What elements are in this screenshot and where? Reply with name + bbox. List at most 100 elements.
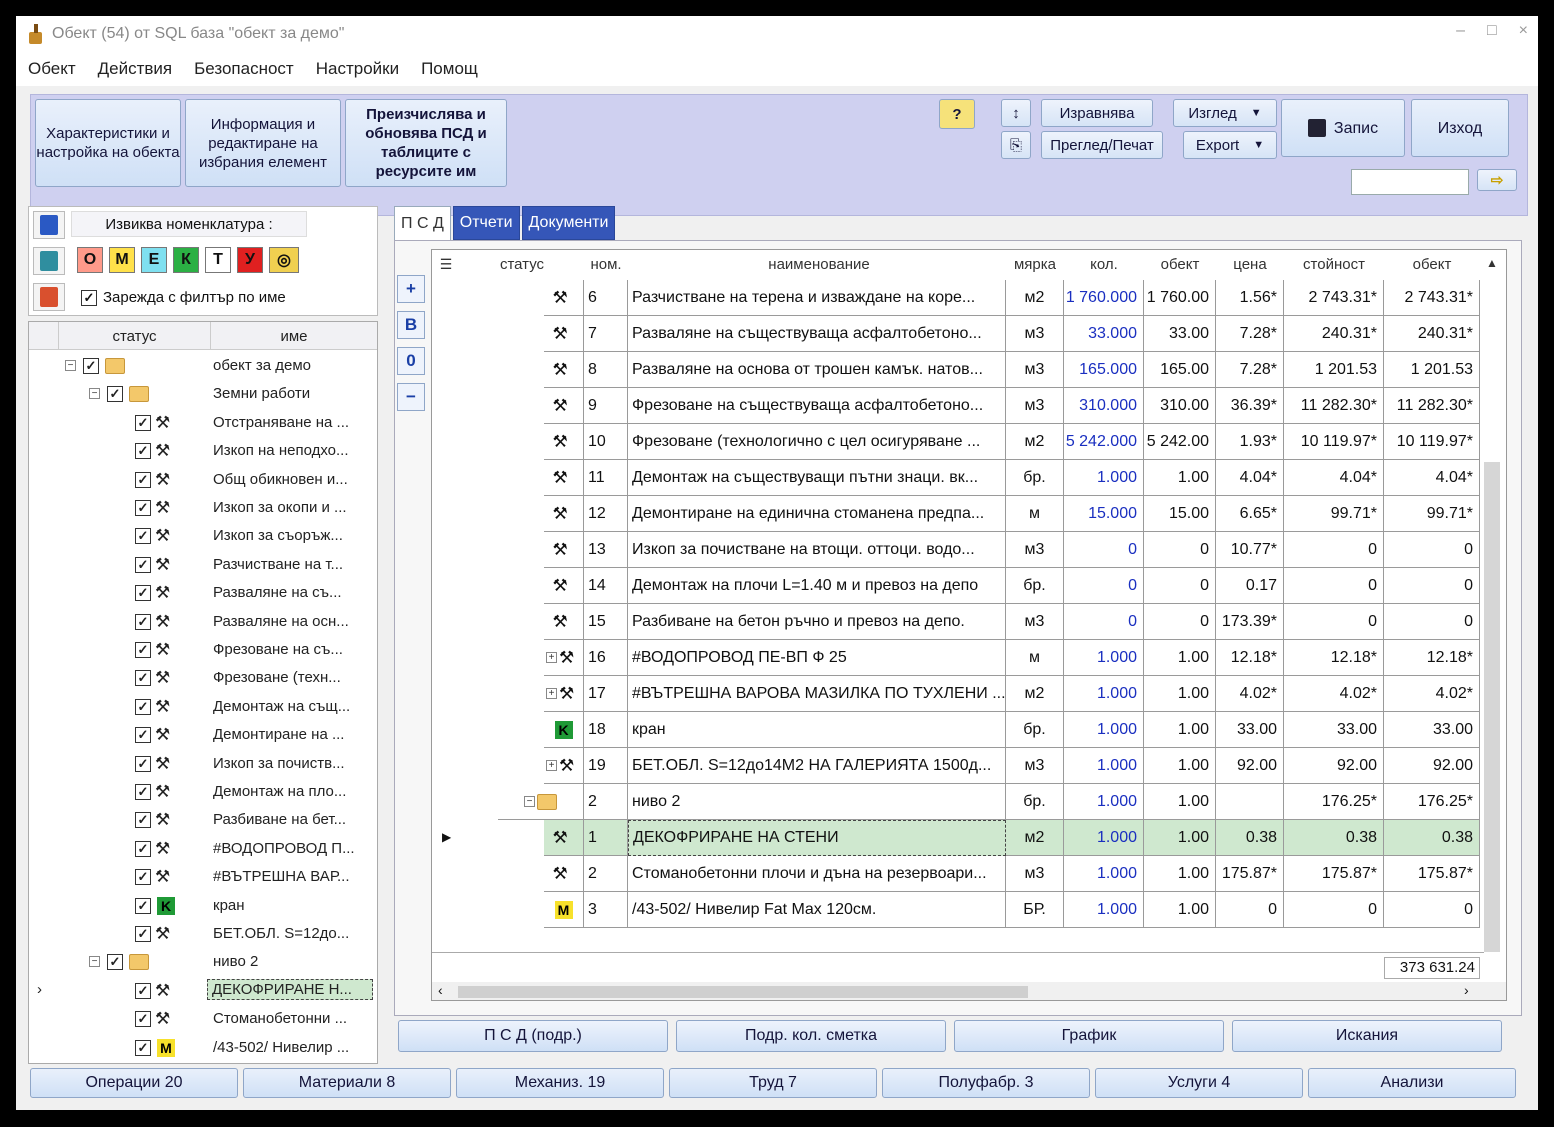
col-qty[interactable]: кол.: [1064, 256, 1144, 273]
tree-row[interactable]: ✓ ⚒ Изкоп за почиств...: [29, 750, 377, 778]
cell-name[interactable]: Фрезоване (технологично с цел осигуряван…: [628, 424, 1006, 460]
row-checkbox[interactable]: ✓: [135, 642, 151, 658]
cell-qty[interactable]: 1.000: [1064, 640, 1144, 676]
grid-row[interactable]: ⚒ 14 Демонтаж на плочи L=1.40 м и превоз н…: [432, 568, 1488, 604]
row-checkbox[interactable]: ✓: [135, 443, 151, 460]
cell-object2[interactable]: 240.31*: [1384, 316, 1480, 352]
export-doc-icon[interactable]: ⎘: [1001, 131, 1031, 159]
cell-qty[interactable]: 1.000: [1064, 712, 1144, 748]
code-m-button[interactable]: М: [109, 247, 135, 273]
row-checkbox[interactable]: ✓: [135, 1039, 151, 1056]
book-teal-icon[interactable]: [33, 247, 65, 275]
psd-sub-button[interactable]: П С Д (подр.): [398, 1020, 668, 1052]
cell-no[interactable]: 10: [584, 424, 628, 460]
cell-value[interactable]: 4.02*: [1284, 676, 1384, 712]
cell-name[interactable]: БЕТ.ОБЛ. S=12до14M2 НА ГАЛЕРИЯТА 1500д..…: [628, 748, 1006, 784]
cell-name[interactable]: Изкоп за почистване на втощи. оттоци. во…: [628, 532, 1006, 568]
row-checkbox[interactable]: ✓: [135, 471, 151, 488]
cell-name[interactable]: ниво 2: [628, 784, 1006, 820]
tree-row[interactable]: ✓ ⚒ Изкоп за съоръж...: [29, 522, 377, 550]
cell-unit[interactable]: м3: [1006, 352, 1064, 388]
requests-button[interactable]: Искания: [1232, 1020, 1502, 1052]
scroll-up-icon[interactable]: ▲: [1484, 256, 1500, 270]
cell-price[interactable]: 92.00: [1216, 748, 1284, 784]
cell-object[interactable]: 15.00: [1144, 496, 1216, 532]
grid-row[interactable]: ⚒ 6 Разчистване на терена и изваждане на к…: [432, 280, 1488, 316]
cell-no[interactable]: 9: [584, 388, 628, 424]
cell-qty[interactable]: 310.000: [1064, 388, 1144, 424]
row-checkbox[interactable]: ✓: [135, 982, 151, 999]
cell-qty[interactable]: 1.000: [1064, 856, 1144, 892]
cell-object2[interactable]: 11 282.30*: [1384, 388, 1480, 424]
tab-reports[interactable]: Отчети: [452, 206, 520, 240]
cell-qty[interactable]: 1.000: [1064, 892, 1144, 928]
cell-object2[interactable]: 1 201.53: [1384, 352, 1480, 388]
search-input[interactable]: [1351, 169, 1469, 195]
cell-value[interactable]: 11 282.30*: [1284, 388, 1384, 424]
tree-row[interactable]: − ✓ обект за демо: [29, 352, 377, 380]
tree-row[interactable]: ✓ ⚒ Фрезоване на съ...: [29, 636, 377, 664]
quantity-estimate-button[interactable]: Подр. кол. сметка: [676, 1020, 946, 1052]
grid-row[interactable]: ⚒ 11 Демонтаж на съществуващи пътни знаци.…: [432, 460, 1488, 496]
collapse-icon[interactable]: −: [89, 388, 100, 400]
coins-icon[interactable]: ◎: [269, 247, 299, 273]
b-button[interactable]: B: [397, 311, 425, 339]
cell-name[interactable]: Разчистване на терена и изваждане на кор…: [628, 280, 1006, 316]
object-settings-button[interactable]: Характеристики и настройка на обекта: [35, 99, 181, 187]
cell-object2[interactable]: 176.25*: [1384, 784, 1480, 820]
col-name[interactable]: наименование: [632, 256, 1006, 273]
cell-object2[interactable]: 92.00: [1384, 748, 1480, 784]
tree-row[interactable]: ✓ ⚒ Стоманобетонни ...: [29, 1005, 377, 1033]
grid-row[interactable]: K 18 кран бр. 1.000 1.00 33.00 33.00 33.00: [432, 712, 1488, 748]
tree-row[interactable]: ✓ ⚒ Демонтаж на пло...: [29, 778, 377, 806]
row-checkbox[interactable]: ✓: [135, 869, 151, 886]
cell-unit[interactable]: м3: [1006, 748, 1064, 784]
add-icon[interactable]: +: [397, 275, 425, 303]
cell-no[interactable]: 16: [584, 640, 628, 676]
col-object[interactable]: обект: [1144, 256, 1216, 273]
remove-icon[interactable]: −: [397, 383, 425, 411]
cell-price[interactable]: 7.28*: [1216, 316, 1284, 352]
cell-name[interactable]: Стоманобетонни плочи и дъна на резервоар…: [628, 856, 1006, 892]
cell-no[interactable]: 2: [584, 856, 628, 892]
cell-name[interactable]: Разваляне на основа от трошен камък. нат…: [628, 352, 1006, 388]
cell-price[interactable]: 33.00: [1216, 712, 1284, 748]
cell-object2[interactable]: 12.18*: [1384, 640, 1480, 676]
cell-unit[interactable]: бр.: [1006, 784, 1064, 820]
cell-unit[interactable]: бр.: [1006, 712, 1064, 748]
cell-no[interactable]: 2: [584, 784, 628, 820]
row-checkbox[interactable]: ✓: [135, 755, 151, 772]
cell-unit[interactable]: м2: [1006, 424, 1064, 460]
operations-button[interactable]: Операции 20: [30, 1068, 238, 1098]
cell-name[interactable]: Демонтиране на единична стоманена предпа…: [628, 496, 1006, 532]
edit-element-button[interactable]: Информация и редактиране на избрания еле…: [185, 99, 341, 187]
cell-name[interactable]: Фрезоване на съществуваща асфалтобетоно.…: [628, 388, 1006, 424]
cell-object[interactable]: 1.00: [1144, 748, 1216, 784]
cell-object[interactable]: 165.00: [1144, 352, 1216, 388]
row-checkbox[interactable]: ✓: [135, 585, 151, 602]
cell-unit[interactable]: м2: [1006, 820, 1064, 856]
view-dropdown[interactable]: Изглед ▼: [1173, 99, 1277, 127]
tree-row[interactable]: ✓ ⚒ Разбиване на бет...: [29, 806, 377, 834]
analyses-button[interactable]: Анализи: [1308, 1068, 1516, 1098]
close-button[interactable]: ×: [1519, 22, 1528, 40]
cell-object[interactable]: 5 242.00: [1144, 424, 1216, 460]
tree-row[interactable]: ✓ ⚒ Фрезоване (техн...: [29, 664, 377, 692]
code-t-button[interactable]: Т: [205, 247, 231, 273]
tab-documents[interactable]: Документи: [521, 206, 616, 240]
cell-qty[interactable]: 5 242.000: [1064, 424, 1144, 460]
col-status[interactable]: статус: [482, 256, 562, 273]
exit-button[interactable]: Изход: [1411, 99, 1509, 157]
menu-actions[interactable]: Действия: [98, 59, 172, 79]
collapse-icon[interactable]: −: [524, 796, 535, 807]
tree-row[interactable]: ✓ ⚒ Разчистване на т...: [29, 551, 377, 579]
tree-row[interactable]: ✓ ⚒ Изкоп за окопи и ...: [29, 494, 377, 522]
menu-settings[interactable]: Настройки: [316, 59, 399, 79]
tree-row[interactable]: − ✓ Земни работи: [29, 380, 377, 408]
row-checkbox[interactable]: ✓: [107, 386, 123, 403]
cell-no[interactable]: 6: [584, 280, 628, 316]
cell-qty[interactable]: 15.000: [1064, 496, 1144, 532]
filter-option[interactable]: ✓ Зарежда с филтър по име: [81, 289, 286, 306]
cell-object2[interactable]: 0: [1384, 892, 1480, 928]
cell-value[interactable]: 99.71*: [1284, 496, 1384, 532]
